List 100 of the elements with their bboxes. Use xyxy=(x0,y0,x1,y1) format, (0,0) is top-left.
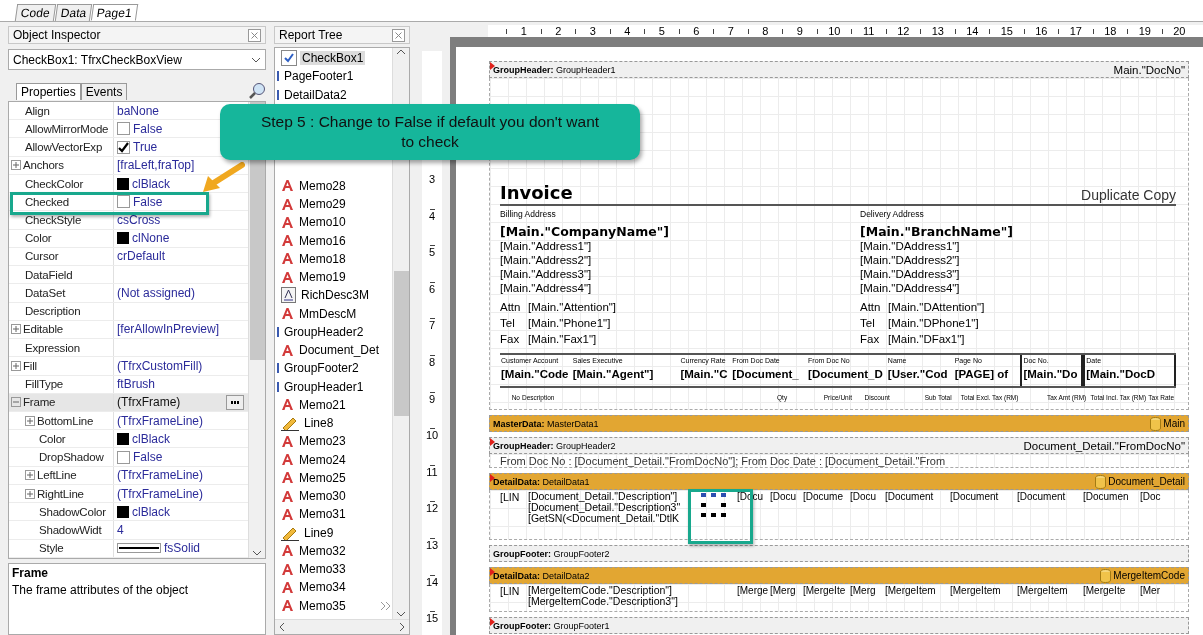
object-select[interactable]: CheckBox1: TfrxCheckBoxView xyxy=(8,49,266,70)
property-row[interactable]: Style fsSolid xyxy=(9,539,248,558)
color-swatch xyxy=(117,232,129,245)
property-row[interactable]: RightLine (TfrxFrameLine) xyxy=(9,484,248,504)
band-marker-icon xyxy=(277,89,279,100)
tree-item[interactable]: Memo34 xyxy=(275,578,392,597)
color-swatch xyxy=(117,505,129,518)
property-row[interactable]: ShadowWidt 4 xyxy=(9,521,248,540)
collapse-icon[interactable] xyxy=(11,397,21,408)
property-row[interactable]: DropShadow False xyxy=(9,448,248,467)
inspector-tab[interactable]: Events xyxy=(80,83,128,100)
tree-item[interactable]: Line9 xyxy=(275,523,392,542)
tree-item[interactable]: Memo18 xyxy=(275,249,392,268)
ruler-number: 19 xyxy=(1138,25,1151,37)
checkbox[interactable] xyxy=(117,450,130,464)
tree-item[interactable]: Memo19 xyxy=(275,268,392,287)
tree-item[interactable]: Document_Det xyxy=(275,341,392,360)
expand-icon[interactable] xyxy=(25,488,35,499)
checkbox-icon xyxy=(281,50,297,67)
tree-item[interactable]: Line8 xyxy=(275,414,392,433)
inspector-tab[interactable]: Properties xyxy=(16,83,81,100)
property-row[interactable]: DataField xyxy=(9,266,248,285)
address-heading: Billing Address xyxy=(500,209,557,219)
ruler-number: 9 xyxy=(796,25,803,37)
tree-item[interactable]: Memo32 xyxy=(275,541,392,560)
ruler-number: 11 xyxy=(863,25,875,37)
checkbox[interactable] xyxy=(117,140,130,154)
tree-item[interactable]: Memo23 xyxy=(275,432,392,451)
property-row[interactable]: Color clBlack xyxy=(9,430,248,449)
checkbox[interactable] xyxy=(117,122,130,136)
field-text: [Docume xyxy=(803,491,844,504)
expand-icon[interactable] xyxy=(11,360,21,371)
property-row[interactable]: Cursor crDefault xyxy=(9,247,248,267)
chevron-up-icon xyxy=(396,48,406,56)
page-tab[interactable]: Page1 xyxy=(90,4,138,21)
band-header[interactable]: GroupFooter: GroupFooter2 xyxy=(489,545,1189,562)
property-row[interactable]: CheckColor clBlack xyxy=(9,174,248,194)
page-tab[interactable]: Data xyxy=(54,4,93,21)
tree-item[interactable]: Memo30 xyxy=(275,487,392,506)
letter-a-icon xyxy=(281,307,294,321)
tree-item[interactable]: Memo28 xyxy=(275,176,392,195)
property-row[interactable]: ShadowColor clBlack xyxy=(9,503,248,522)
tree-item[interactable]: Memo10 xyxy=(275,213,392,232)
property-row[interactable]: BottomLine (TfrxFrameLine) xyxy=(9,412,248,431)
tree-item[interactable]: GroupFooter2 xyxy=(275,359,392,378)
search-icon[interactable] xyxy=(248,82,266,100)
tree-item[interactable]: GroupHeader1 xyxy=(275,377,392,396)
property-row[interactable]: Description xyxy=(9,302,248,321)
address-name: [Main."BranchName"] xyxy=(860,224,1014,239)
property-row[interactable]: DataSet (Not assigned) xyxy=(9,284,248,303)
tree-item[interactable]: Memo25 xyxy=(275,468,392,487)
tree-item[interactable]: Memo29 xyxy=(275,195,392,214)
address-line: [Main."DAddress3"] xyxy=(860,267,961,281)
property-row[interactable]: LeftLine (TfrxFrameLine) xyxy=(9,466,248,485)
contact-label: Attn xyxy=(500,301,522,313)
expand-icon[interactable] xyxy=(11,324,21,335)
band-header[interactable]: GroupFooter: GroupFooter1 xyxy=(489,617,1189,634)
property-row[interactable]: Fill (TfrxCustomFill) xyxy=(9,357,248,376)
tree-item[interactable]: Memo33 xyxy=(275,560,392,579)
data-band-header[interactable]: DetailData: DetailData1 Document_Detail xyxy=(489,473,1189,490)
property-row[interactable]: FillType ftBrush xyxy=(9,375,248,394)
tree-item[interactable]: Memo21 xyxy=(275,395,392,414)
expand-icon[interactable] xyxy=(25,415,35,426)
tree-item[interactable]: Memo16 xyxy=(275,231,392,250)
tree-item[interactable]: Memo35 xyxy=(275,596,392,615)
band-header[interactable]: GroupHeader: GroupHeader1 Main."DocNo" xyxy=(489,61,1189,78)
tree-item[interactable]: GroupHeader2 xyxy=(275,322,392,341)
tree-item[interactable]: MmDescM xyxy=(275,304,392,323)
field-value: [Main."DocD xyxy=(1086,368,1156,380)
band-header[interactable]: GroupHeader: GroupHeader2 Document_Detail."FromDocNo" xyxy=(489,437,1189,454)
ellipsis-button[interactable] xyxy=(226,394,244,410)
tree-item[interactable]: RichDesc3M xyxy=(275,286,392,305)
expand-icon[interactable] xyxy=(25,470,35,481)
page-tab[interactable]: Code xyxy=(14,4,56,21)
property-row[interactable]: CheckStyle csCross xyxy=(9,211,248,230)
line-style-icon xyxy=(117,543,161,554)
tree-item[interactable]: DetailData2 xyxy=(275,85,392,104)
data-band-header[interactable]: MasterData: MasterData1 Main xyxy=(489,415,1189,432)
property-name: AllowMirrorMode xyxy=(25,122,109,135)
expand-icon[interactable] xyxy=(11,160,21,171)
tree-item[interactable]: CheckBox1 xyxy=(275,49,392,68)
property-value: clBlack xyxy=(132,431,170,446)
scrollbar[interactable] xyxy=(275,619,409,634)
letter-a-icon xyxy=(281,179,294,193)
property-row[interactable]: Editable [ferAllowInPreview] xyxy=(9,320,248,340)
checkbox[interactable] xyxy=(117,195,130,209)
property-row[interactable]: Anchors [fraLeft,fraTop] xyxy=(9,156,248,175)
data-band-header[interactable]: DetailData: DetailData2 MergeItemCode xyxy=(489,567,1189,584)
field-text: [Doc xyxy=(1140,491,1162,504)
letter-a-icon xyxy=(281,580,294,594)
scroll-thumb[interactable] xyxy=(393,271,409,416)
tree-item[interactable]: Memo31 xyxy=(275,505,392,524)
tree-item[interactable]: PageFooter1 xyxy=(275,67,392,86)
band-title: DetailData: DetailData1 xyxy=(493,476,590,487)
property-row[interactable]: Expression xyxy=(9,339,248,358)
address-line: [Main."Address4"] xyxy=(500,281,593,295)
close-icon[interactable] xyxy=(392,28,405,42)
tree-item[interactable]: Memo24 xyxy=(275,450,392,469)
property-row[interactable]: Color clNone xyxy=(9,229,248,248)
close-icon[interactable] xyxy=(248,28,261,42)
